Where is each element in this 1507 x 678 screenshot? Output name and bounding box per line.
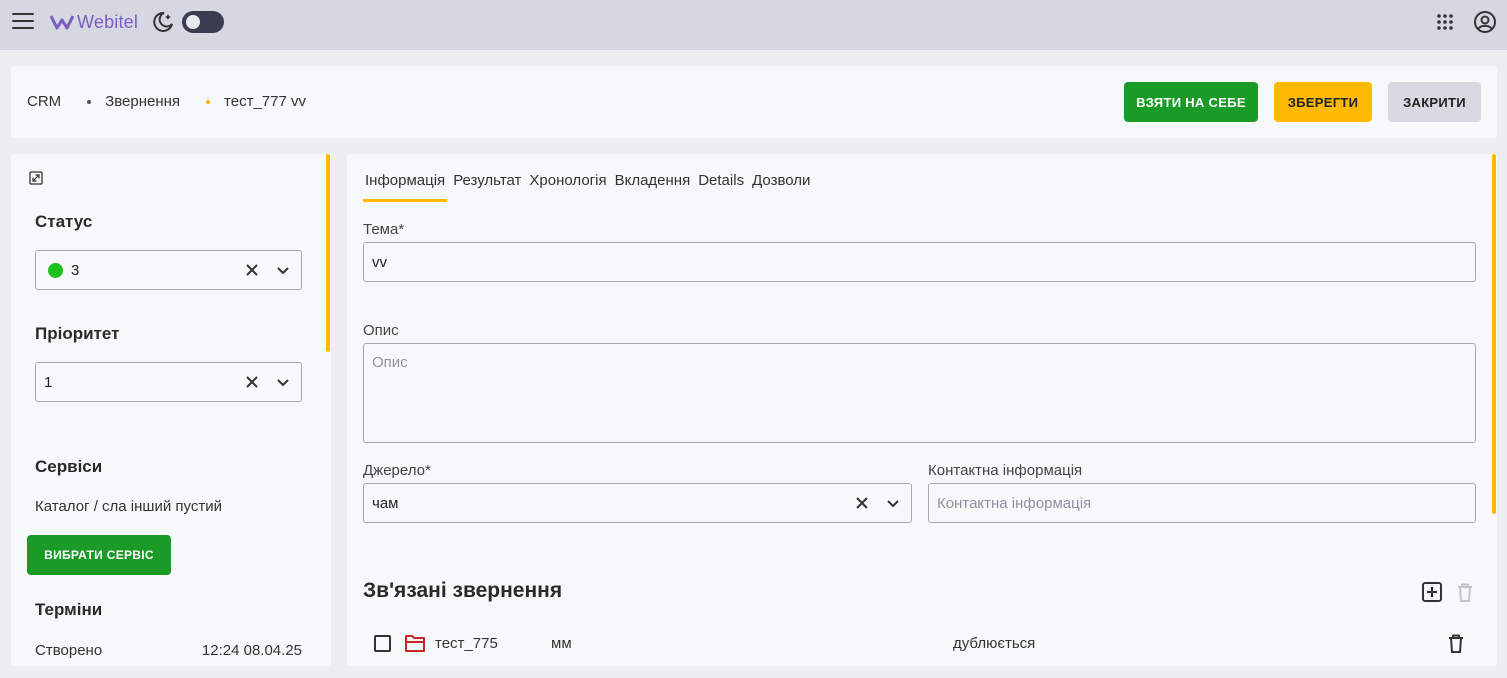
left-scrollbar[interactable] [326,154,330,352]
breadcrumb-crm[interactable]: CRM [27,93,61,110]
theme-toggle[interactable] [182,11,224,33]
tab-attachments[interactable]: Вкладення [613,172,693,202]
created-label: Створено [35,642,103,659]
take-case-button[interactable]: ВЗЯТИ НА СЕБЕ [1124,82,1258,122]
breadcrumb-separator-active [206,99,211,104]
clear-icon[interactable] [245,263,259,277]
priority-title: Пріоритет [35,324,120,343]
chevron-down-icon[interactable] [886,497,900,511]
page-header: CRM Звернення тест_777 vv ВЗЯТИ НА СЕБЕ … [11,66,1497,138]
folder-icon [405,635,425,652]
subject-input[interactable] [363,242,1476,282]
tabs: Інформація Результат Хронологія Вкладенн… [363,172,816,202]
add-box-icon[interactable] [1421,581,1443,603]
related-cases-title: Зв'язані звернення [363,579,563,602]
clear-icon[interactable] [245,375,259,389]
contact-label: Контактна інформація [928,462,1083,479]
breadcrumb-cases[interactable]: Звернення [105,93,180,110]
moon-icon [153,11,173,32]
tab-timeline[interactable]: Хронологія [527,172,608,202]
menu-icon[interactable] [12,13,34,31]
tab-details[interactable]: Details [696,172,746,202]
breadcrumb-separator [87,99,92,104]
status-color-dot [48,262,63,278]
services-title: Сервіси [35,457,103,476]
tab-permissions[interactable]: Дозволи [750,172,812,202]
apps-grid-icon[interactable] [1436,13,1454,31]
tab-result[interactable]: Результат [451,172,523,202]
row-case-subject: мм [551,635,572,652]
main-panel: Інформація Результат Хронологія Вкладенн… [347,154,1497,666]
choose-service-button[interactable]: ВИБРАТИ СЕРВІС [27,535,171,575]
description-textarea[interactable] [363,343,1476,443]
tab-information[interactable]: Інформація [363,172,448,202]
clear-icon[interactable] [855,496,869,510]
top-bar: Webitel [0,0,1507,50]
priority-value: 1 [44,373,53,391]
toggle-knob [186,15,200,29]
subject-label: Тема* [363,221,405,238]
status-value: 3 [71,261,80,279]
breadcrumb-current: тест_777 vv [224,93,306,110]
terms-title: Терміни [35,600,103,619]
description-label: Опис [363,322,399,339]
source-label: Джерело* [363,462,431,479]
priority-select[interactable]: 1 [35,362,302,402]
logo-text: Webitel [77,11,139,32]
expand-icon[interactable] [29,171,43,185]
status-select[interactable]: 3 [35,250,302,290]
trash-icon[interactable] [1445,632,1467,654]
save-button[interactable]: ЗБЕРЕГТИ [1274,82,1372,122]
chevron-down-icon[interactable] [276,264,290,278]
status-title: Статус [35,212,93,231]
created-value: 12:24 08.04.25 [201,642,302,659]
logo: Webitel [50,10,138,34]
main-scrollbar[interactable] [1492,154,1496,514]
row-checkbox[interactable] [374,635,391,652]
chevron-down-icon[interactable] [276,376,290,390]
user-circle-icon[interactable] [1473,10,1497,34]
trash-icon [1458,583,1472,602]
table-row[interactable]: тест_775 мм дублюється [363,632,1463,656]
webitel-logo-icon [50,15,74,30]
source-select[interactable]: чам [363,483,912,523]
breadcrumb: CRM Звернення тест_777 vv [27,93,306,110]
services-path: Каталог / сла інший пустий [35,498,222,515]
source-value: чам [372,494,399,512]
row-relation-type: дублюється [953,635,1036,652]
created-row: Створено 12:24 08.04.25 [35,642,302,659]
left-panel: Статус 3 Пріоритет 1 Сервіси Каталог / с… [11,154,331,666]
close-button[interactable]: ЗАКРИТИ [1388,82,1481,122]
contact-input[interactable] [928,483,1476,523]
row-case-name[interactable]: тест_775 [435,635,498,652]
